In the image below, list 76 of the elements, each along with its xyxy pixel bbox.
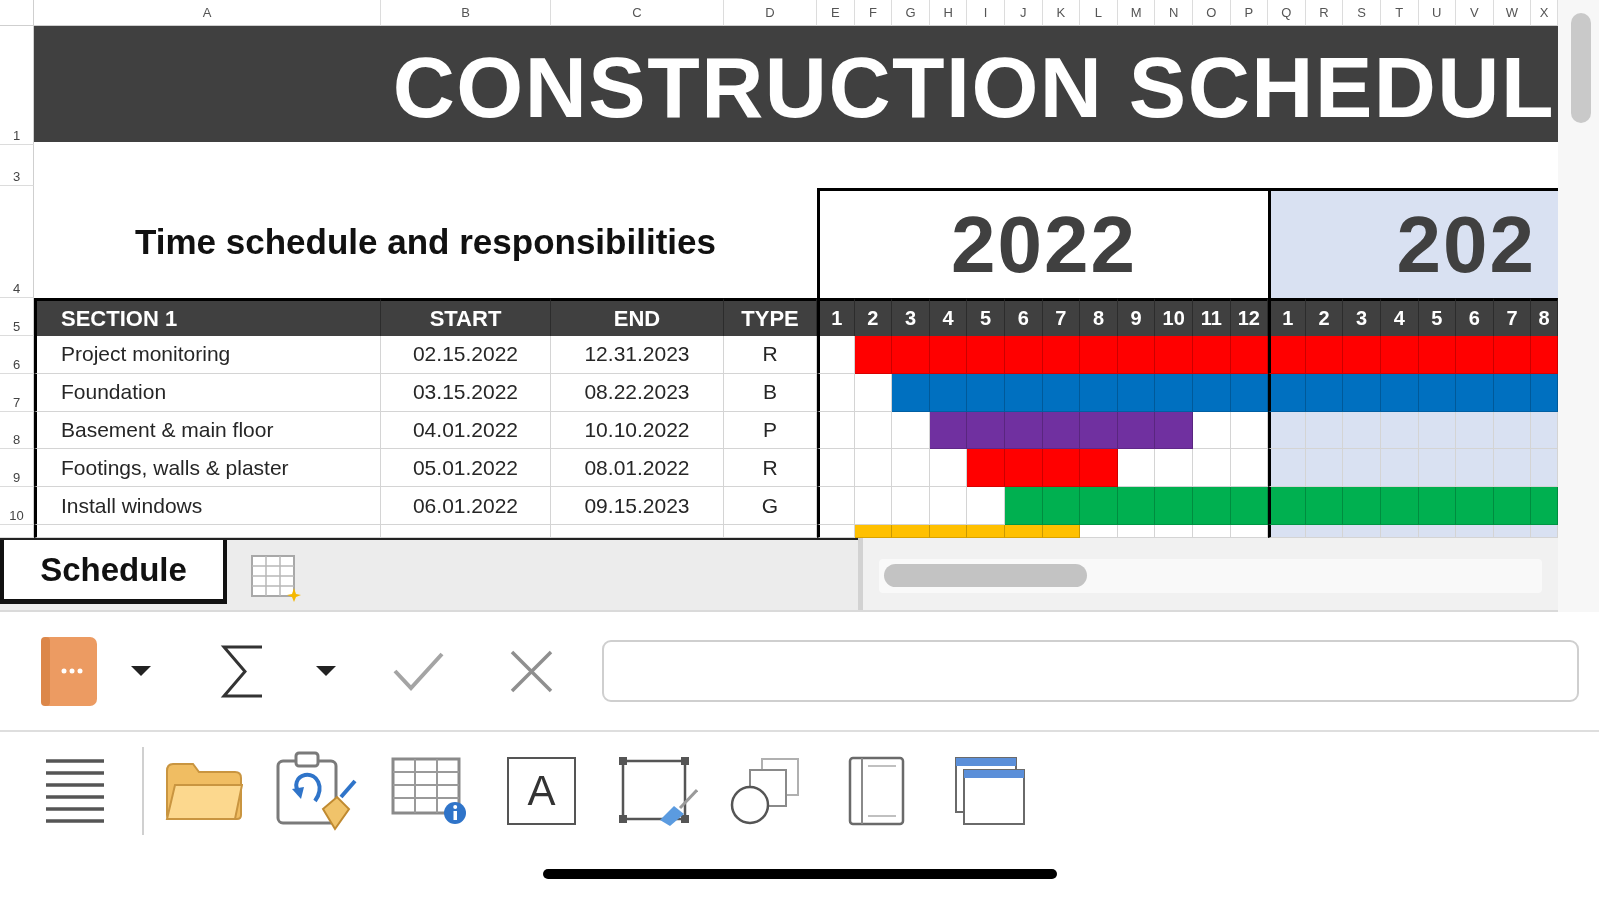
- month-header: 9: [1117, 298, 1156, 336]
- month-header: 4: [1380, 298, 1419, 336]
- month-header: 6: [1456, 298, 1494, 336]
- row-header[interactable]: 9: [0, 449, 34, 488]
- caret-icon[interactable]: [131, 666, 151, 676]
- month-header: 2: [1305, 298, 1344, 336]
- check-icon[interactable]: [393, 651, 444, 691]
- table-cell: B: [724, 373, 817, 412]
- month-header: 11: [1192, 298, 1231, 336]
- table-cell: Footings, walls & plaster: [34, 449, 381, 488]
- month-header: 3: [1343, 298, 1381, 336]
- title-banner: CONSTRUCTION SCHEDUL: [34, 26, 1558, 142]
- month-header: 6: [1004, 298, 1043, 336]
- table-cell: 06.01.2022: [381, 487, 551, 525]
- row-header[interactable]: 7: [0, 373, 34, 412]
- month-header: 10: [1155, 298, 1193, 336]
- table-info-icon[interactable]: [391, 757, 467, 825]
- table-cell: Project monitoring: [34, 336, 381, 374]
- frame-pen-icon[interactable]: [618, 756, 698, 826]
- table-cell: 04.01.2022: [381, 411, 551, 450]
- year-header: 2022: [817, 188, 1269, 298]
- page-icon[interactable]: [848, 756, 905, 826]
- month-header: 1: [817, 298, 855, 336]
- column-title: TYPE: [724, 298, 817, 336]
- scrollbar-thumb[interactable]: [1571, 13, 1591, 123]
- table-cell: 03.15.2022: [381, 373, 551, 412]
- table-cell: Install windows: [34, 487, 381, 525]
- month-header: 7: [1042, 298, 1081, 336]
- table-cell: 02.15.2022: [381, 336, 551, 374]
- month-header: 8: [1080, 298, 1118, 336]
- row-header[interactable]: 10: [0, 487, 34, 525]
- table-cell: R: [724, 449, 817, 488]
- windows-icon[interactable]: [954, 756, 1026, 826]
- column-title: END: [551, 298, 724, 336]
- table-cell: 05.01.2022: [381, 449, 551, 488]
- schedule-heading: Time schedule and responsibilities: [134, 221, 717, 263]
- sum-icon[interactable]: [219, 643, 265, 699]
- month-header: 5: [1418, 298, 1457, 336]
- table-cell: R: [724, 336, 817, 374]
- close-icon[interactable]: [510, 649, 553, 693]
- text-box-button[interactable]: A: [507, 757, 576, 825]
- formula-input[interactable]: [602, 640, 1579, 702]
- sheet-tab[interactable]: Schedule: [0, 540, 227, 604]
- month-header: 12: [1230, 298, 1269, 336]
- row-header[interactable]: 5: [0, 298, 34, 336]
- month-header: 1: [1268, 298, 1306, 336]
- menu-icon[interactable]: [46, 759, 104, 823]
- table-cell: 08.01.2022: [551, 449, 724, 488]
- row-header[interactable]: 3: [0, 145, 34, 186]
- month-header: 8: [1531, 298, 1558, 336]
- folder-icon[interactable]: [165, 761, 243, 821]
- clipboard-icon[interactable]: [275, 751, 357, 831]
- caret-icon[interactable]: [316, 666, 336, 676]
- table-cell: Foundation: [34, 373, 381, 412]
- month-header: 3: [892, 298, 930, 336]
- month-header: 5: [967, 298, 1005, 336]
- book-icon[interactable]: [41, 636, 97, 706]
- month-header: 2: [854, 298, 893, 336]
- row-header[interactable]: 4: [0, 186, 34, 298]
- table-cell: 09.15.2023: [551, 487, 724, 525]
- month-header: 7: [1493, 298, 1532, 336]
- column-title: START: [381, 298, 551, 336]
- row-header[interactable]: 8: [0, 411, 34, 450]
- table-cell: 10.10.2022: [551, 411, 724, 450]
- month-header: 4: [929, 298, 968, 336]
- scrollbar-thumb[interactable]: [884, 564, 1087, 587]
- table-cell: Basement & main floor: [34, 411, 381, 450]
- row-header[interactable]: 1: [0, 26, 34, 145]
- shapes-icon[interactable]: [730, 757, 800, 825]
- table-cell: P: [724, 411, 817, 450]
- table-cell: 12.31.2023: [551, 336, 724, 374]
- table-cell: 08.22.2023: [551, 373, 724, 412]
- table-cell: G: [724, 487, 817, 525]
- row-header[interactable]: 6: [0, 336, 34, 374]
- year-header: 202: [1268, 188, 1558, 298]
- column-title: SECTION 1: [34, 298, 381, 336]
